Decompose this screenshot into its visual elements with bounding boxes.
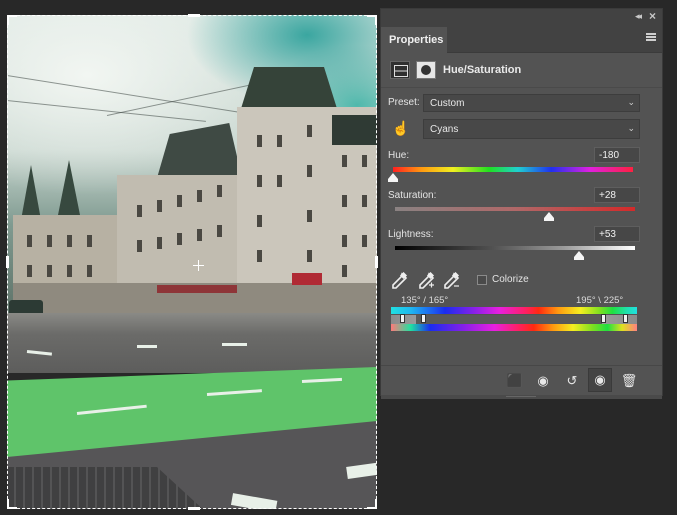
range-left-label: 135° / 165° (401, 295, 449, 306)
channel-dropdown[interactable]: Cyans ⌄ (423, 119, 640, 139)
reset-icon[interactable]: ↺ (562, 372, 582, 390)
move-cursor-icon (193, 260, 204, 271)
view-previous-state-icon[interactable]: ◉ (533, 372, 553, 390)
street (7, 313, 377, 373)
panel-resize-grip[interactable] (381, 395, 662, 399)
eyedropper-plus-icon[interactable] (417, 271, 435, 290)
hue-saturation-adjustment-icon[interactable] (390, 61, 410, 79)
colorize-checkbox[interactable] (477, 275, 487, 285)
document-canvas[interactable] (7, 15, 377, 509)
adjustment-header: Hue/Saturation (381, 54, 662, 88)
colorize-label: Colorize (492, 274, 529, 285)
preset-value: Custom (430, 98, 465, 109)
layer-mask-icon[interactable] (416, 61, 436, 79)
panel-tab-bar: Properties (381, 23, 662, 53)
panel-footer: ⬛ ◉ ↺ ◉ 🗑 (381, 365, 662, 395)
lightness-slider-track[interactable] (395, 246, 635, 250)
trash-icon[interactable]: 🗑 (619, 372, 639, 390)
hue-label: Hue: (388, 150, 410, 161)
lightness-label: Lightness: (388, 229, 434, 240)
hue-value-input[interactable]: -180 (594, 147, 640, 163)
photoshop-workspace: ◂◂ × Properties Hue/Saturation Preset: C… (0, 0, 677, 515)
close-icon[interactable]: × (649, 9, 656, 23)
output-color-bar (391, 324, 637, 331)
chevron-down-icon: ⌄ (627, 97, 635, 107)
range-inner-left-handle[interactable] (421, 314, 426, 323)
lightness-value-input[interactable]: +53 (594, 226, 640, 242)
shop-sign (292, 273, 322, 285)
saturation-slider-track[interactable] (395, 207, 635, 211)
range-outer-left-handle[interactable] (400, 314, 405, 323)
saturation-value-input[interactable]: +28 (594, 187, 640, 203)
tab-label: Properties (389, 34, 444, 46)
hand-pointer-icon[interactable]: ☝ (392, 120, 409, 136)
range-outer-right-handle[interactable] (623, 314, 628, 323)
right-roof (332, 115, 377, 145)
saturation-label: Saturation: (388, 190, 437, 201)
hue-slider-track[interactable] (393, 167, 633, 172)
preset-dropdown[interactable]: Custom ⌄ (423, 94, 640, 112)
adjustment-title: Hue/Saturation (443, 64, 522, 76)
channel-value: Cyans (430, 124, 459, 135)
eyedropper-minus-icon[interactable] (442, 271, 460, 290)
range-inner-right-handle[interactable] (601, 314, 606, 323)
input-color-bar (391, 307, 637, 314)
chevron-down-icon: ⌄ (627, 123, 635, 133)
eye-icon[interactable]: ◉ (588, 368, 612, 392)
awning (157, 285, 237, 293)
clip-to-layer-icon[interactable]: ⬛ (505, 372, 525, 390)
preset-label: Preset: (388, 97, 420, 108)
panel-title-bar[interactable]: ◂◂ × (381, 9, 662, 23)
tab-properties[interactable]: Properties (381, 27, 447, 53)
hamburger-menu-icon[interactable] (646, 33, 656, 41)
properties-panel: ◂◂ × Properties Hue/Saturation Preset: C… (380, 8, 663, 399)
double-chevron-right-icon[interactable]: ◂◂ (635, 11, 642, 22)
eyedropper-icon[interactable] (390, 271, 408, 290)
range-right-label: 195° \ 225° (576, 295, 624, 306)
